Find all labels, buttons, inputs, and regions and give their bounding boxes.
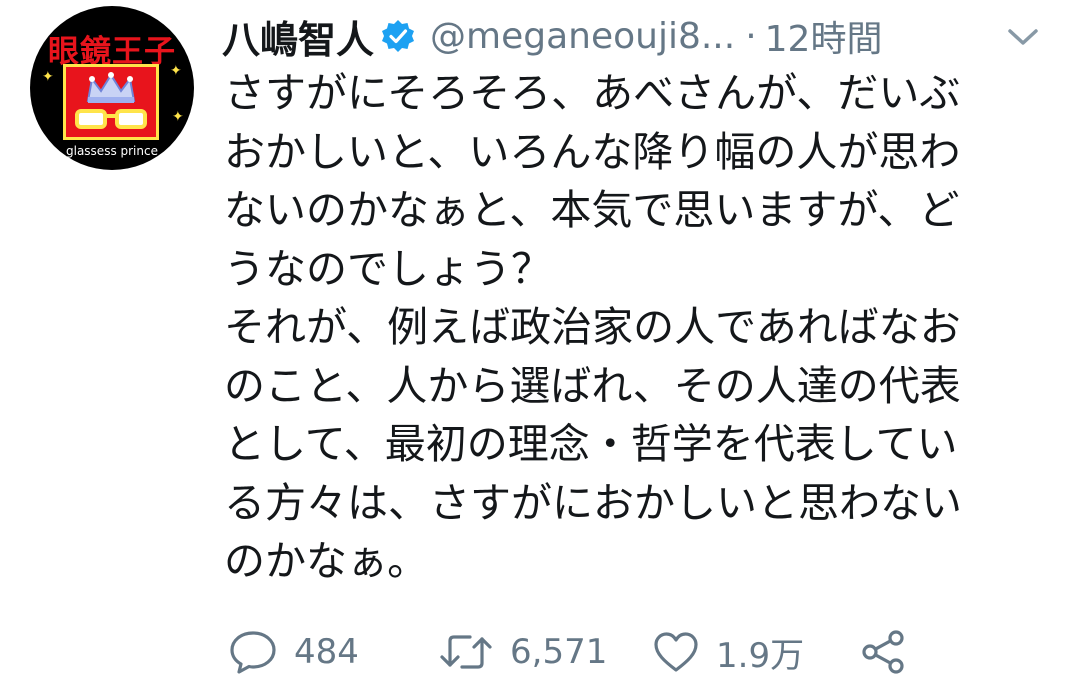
- sparkle-icon: ✦: [172, 109, 184, 125]
- avatar-logo-box: [63, 64, 159, 140]
- tweet-actions: 484 6,571 1.9万: [228, 624, 1048, 680]
- tweet-text-line: さすがにそろそろ、あべさんが、だいぶ: [224, 69, 961, 117]
- tweet-header: 八嶋智人 @meganeouji8... · 12時間: [222, 8, 1052, 64]
- retweet-count: 6,571: [510, 632, 608, 672]
- tweet-text-line: おかしいと、いろんな降り幅の人が思わ: [224, 127, 961, 176]
- crown-icon: [86, 72, 136, 103]
- tweet-timestamp[interactable]: 12時間: [765, 10, 883, 62]
- meta-separator: ·: [745, 15, 757, 57]
- reply-bubble-icon: [230, 631, 276, 674]
- reply-count: 484: [294, 632, 359, 672]
- tweet-text: さすがにそろそろ、あべさんが、だいぶ おかしいと、いろんな降り幅の人が思わ ない…: [224, 64, 1044, 591]
- retweet-icon: [440, 635, 492, 669]
- avatar-caption: glassess prince: [66, 144, 158, 158]
- tweet-text-line: ないのかなぁと、本気で思いますが、ど: [224, 186, 960, 234]
- avatar[interactable]: 眼鏡王子 ✦ ✦ ✦ glassess prince: [30, 6, 194, 170]
- retweet-button[interactable]: 6,571: [438, 624, 607, 680]
- sparkle-icon: ✦: [42, 69, 54, 85]
- tweet-text-line: のこと、人から選ばれ、その人達の代表: [224, 361, 961, 410]
- tweet-text-line: る方々は、さすがにおかしいと思わない: [224, 478, 962, 527]
- tweet: 眼鏡王子 ✦ ✦ ✦ glassess prince 八嶋智人 @meganeo…: [0, 0, 1074, 699]
- sparkle-icon: ✦: [170, 63, 182, 79]
- tweet-text-line: うなのでしょう？: [224, 244, 552, 293]
- reply-button[interactable]: 484: [228, 624, 359, 680]
- like-count: 1.9万: [716, 635, 805, 676]
- display-name[interactable]: 八嶋智人: [222, 9, 374, 64]
- tweet-text-line: として、最初の理念・哲学を代表してい: [224, 420, 958, 468]
- tweet-text-line: それが、例えば政治家の人であればなお: [224, 303, 961, 351]
- heart-icon: [654, 632, 698, 672]
- glasses-icon: [75, 109, 147, 129]
- share-button[interactable]: [860, 624, 908, 680]
- like-button[interactable]: 1.9万: [652, 624, 804, 680]
- chevron-down-icon[interactable]: [1004, 24, 1042, 50]
- author-handle[interactable]: @meganeouji8...: [430, 16, 735, 57]
- tweet-text-line: のかなぁ。: [224, 537, 429, 585]
- verified-badge-icon: [382, 20, 415, 52]
- share-icon: [862, 630, 904, 674]
